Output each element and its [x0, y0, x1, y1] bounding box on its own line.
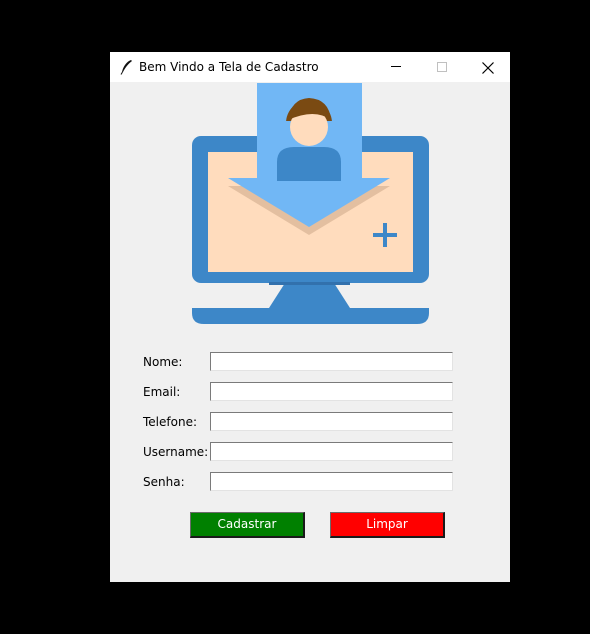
- label-username: Username:: [143, 445, 209, 459]
- title-bar[interactable]: Bem Vindo a Tela de Cadastro: [110, 52, 510, 82]
- close-icon: [482, 62, 494, 74]
- label-telefone: Telefone:: [143, 415, 197, 429]
- senha-input[interactable]: [210, 472, 453, 491]
- nome-input[interactable]: [210, 352, 453, 371]
- telefone-input[interactable]: [210, 412, 453, 431]
- registration-window: Bem Vindo a Tela de Cadastro Nome: Email…: [110, 52, 510, 582]
- maximize-icon: [437, 62, 447, 72]
- username-input[interactable]: [210, 442, 453, 461]
- minimize-button[interactable]: [373, 52, 419, 82]
- label-email: Email:: [143, 385, 181, 399]
- close-button[interactable]: [464, 52, 510, 82]
- feather-icon: [120, 60, 132, 75]
- label-nome: Nome:: [143, 355, 183, 369]
- minimize-icon: [391, 66, 401, 67]
- maximize-button[interactable]: [419, 52, 465, 82]
- window-title: Bem Vindo a Tela de Cadastro: [139, 60, 319, 74]
- cadastrar-button[interactable]: Cadastrar: [190, 512, 305, 538]
- email-input[interactable]: [210, 382, 453, 401]
- limpar-button[interactable]: Limpar: [330, 512, 445, 538]
- label-senha: Senha:: [143, 475, 185, 489]
- computer-user-registration-icon: [192, 83, 429, 324]
